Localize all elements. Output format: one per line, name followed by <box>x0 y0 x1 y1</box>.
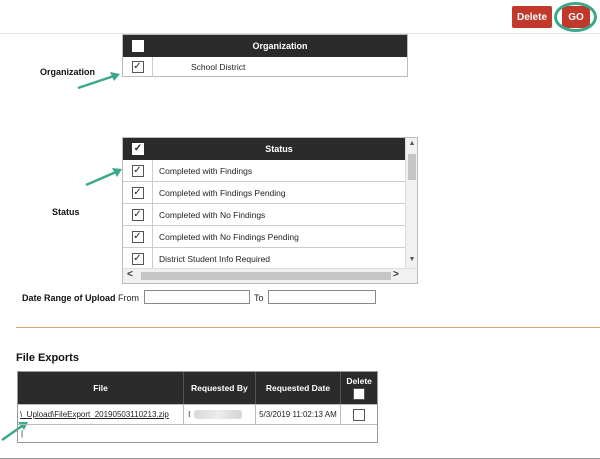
status-column-header: Status <box>265 144 293 154</box>
delete-row-checkbox[interactable] <box>353 408 366 421</box>
organization-row-checkbox[interactable]: ✓ <box>131 61 144 73</box>
scroll-down-icon[interactable]: ▼ <box>406 256 417 263</box>
status-name: District Student Info Required <box>159 253 271 264</box>
requested-date-cell: 5/3/2019 11:02:13 AM <box>256 405 342 424</box>
status-horizontal-scrollbar[interactable]: < > <box>123 268 417 283</box>
organization-label: Organization <box>40 67 96 77</box>
requested-by-value: I <box>188 410 191 419</box>
date-from-label: From <box>118 293 139 303</box>
column-header-requested-by: Requested By <box>184 372 256 404</box>
delete-select-all-checkbox[interactable] <box>353 388 366 400</box>
annotation-arrow-status-icon <box>85 168 122 187</box>
horizontal-scroll-thumb[interactable] <box>141 272 391 280</box>
status-row-checkbox[interactable]: ✓ <box>131 252 144 265</box>
table-row: ✓ District Student Info Required <box>123 248 405 270</box>
status-row-checkbox[interactable]: ✓ <box>131 208 144 221</box>
status-row-checkbox[interactable]: ✓ <box>131 186 144 199</box>
date-from-input[interactable] <box>144 290 250 304</box>
column-header-requested-date: Requested Date <box>256 372 342 404</box>
status-name: Completed with Findings <box>159 165 253 176</box>
file-exports-title: File Exports <box>16 352 79 364</box>
organization-select-all-checkbox[interactable] <box>132 40 144 52</box>
organization-table-header: Organization <box>123 35 407 57</box>
file-download-link[interactable]: \_Upload\FileExport_20190503110213.zip <box>20 410 169 419</box>
status-label: Status <box>52 207 80 217</box>
status-table-header: ✓ Status <box>123 138 405 160</box>
section-divider <box>16 327 600 328</box>
scroll-left-icon[interactable]: < <box>127 269 133 280</box>
redacted-name <box>194 410 243 419</box>
date-range-label: Date Range of Upload <box>22 293 116 303</box>
file-exports-header: File Requested By Requested Date Delete <box>18 372 377 404</box>
table-row: ✓ School District <box>123 57 407 77</box>
status-table: ✓ Status ✓ Completed with Findings ✓ Com… <box>122 137 418 284</box>
table-row: \_Upload\FileExport_20190503110213.zip I… <box>18 404 377 424</box>
scroll-right-icon[interactable]: > <box>393 269 399 280</box>
status-select-all-checkbox[interactable]: ✓ <box>132 143 144 155</box>
vertical-scroll-thumb[interactable] <box>408 154 416 180</box>
organization-name: School District <box>191 62 246 72</box>
requested-by-cell: I <box>184 405 256 424</box>
table-footer-row: | <box>18 424 377 442</box>
status-name: Completed with No Findings Pending <box>159 231 299 242</box>
table-row: ✓ Completed with Findings <box>123 160 405 182</box>
delete-column-label: Delete <box>346 376 372 386</box>
status-name: Completed with No Findings <box>159 209 266 220</box>
status-name: Completed with Findings Pending <box>159 187 286 198</box>
status-row-checkbox[interactable]: ✓ <box>131 230 144 243</box>
status-row-checkbox[interactable]: ✓ <box>131 164 144 177</box>
date-to-label: To <box>254 293 264 303</box>
status-vertical-scrollbar[interactable]: ▲ ▼ <box>405 138 417 268</box>
organization-column-header: Organization <box>252 41 308 51</box>
scroll-up-icon[interactable]: ▲ <box>406 140 417 147</box>
toolbar: Delete GO <box>0 0 600 34</box>
column-header-file: File <box>18 372 185 404</box>
table-row: ✓ Completed with No Findings Pending <box>123 226 405 248</box>
date-to-input[interactable] <box>268 290 376 304</box>
go-button[interactable]: GO <box>562 6 590 28</box>
column-header-delete: Delete <box>341 372 377 404</box>
file-exports-table: File Requested By Requested Date Delete … <box>17 371 378 443</box>
table-row: ✓ Completed with Findings Pending <box>123 182 405 204</box>
organization-table: Organization ✓ School District <box>122 34 408 77</box>
table-row: ✓ Completed with No Findings <box>123 204 405 226</box>
delete-button[interactable]: Delete <box>512 6 552 28</box>
